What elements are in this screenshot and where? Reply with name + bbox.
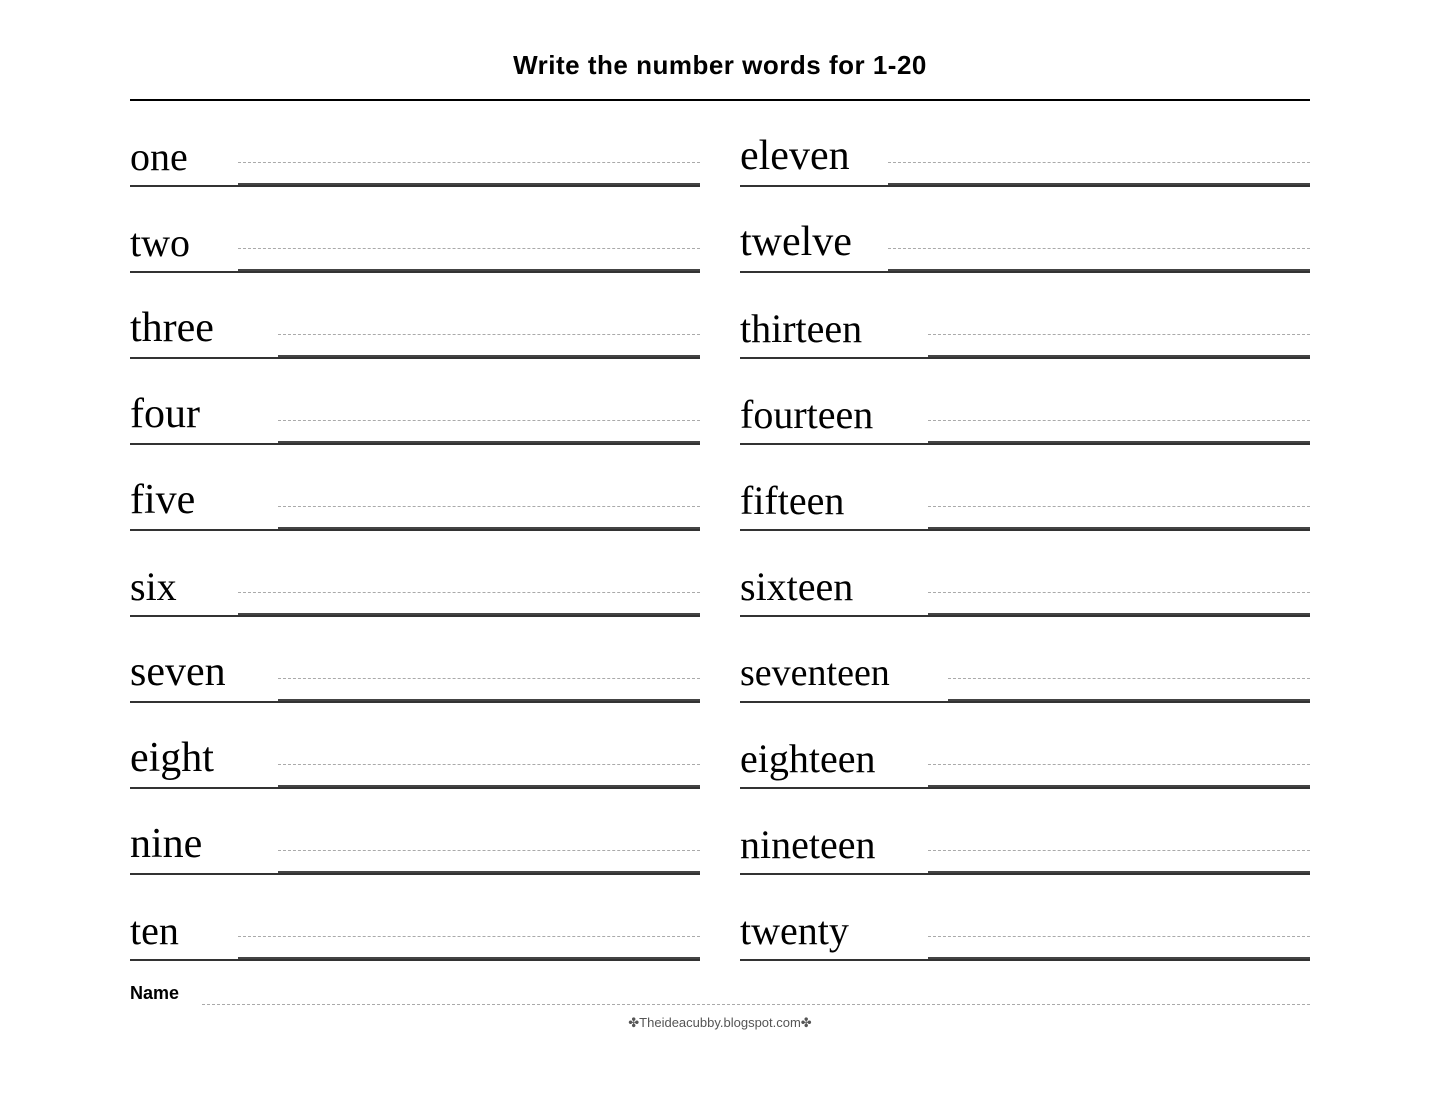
number-word-two: two — [130, 221, 230, 271]
write-area-nineteen[interactable] — [920, 829, 1310, 873]
name-write-line[interactable] — [202, 981, 1310, 1005]
number-word-twenty: twenty — [740, 909, 920, 959]
write-area-fourteen[interactable] — [920, 399, 1310, 443]
number-entry-eighteen: eighteen — [740, 703, 1310, 789]
number-entry-sixteen: sixteen — [740, 531, 1310, 617]
number-word-eleven: eleven — [740, 133, 880, 185]
right-column: eleven twelve thirteen fourteen fifteen sixte… — [740, 101, 1310, 961]
number-entry-seventeen: seventeen — [740, 617, 1310, 703]
number-entry-seven: seven — [130, 617, 700, 703]
write-area-four[interactable] — [270, 399, 700, 443]
write-area-eleven[interactable] — [880, 141, 1310, 185]
number-entry-nine: nine — [130, 789, 700, 875]
number-entry-two: two — [130, 187, 700, 273]
write-area-six[interactable] — [230, 571, 700, 615]
write-area-fifteen[interactable] — [920, 485, 1310, 529]
number-entry-nineteen: nineteen — [740, 789, 1310, 875]
write-area-seven[interactable] — [270, 657, 700, 701]
worksheet: Write the number words for 1-20 one two th… — [90, 30, 1350, 1061]
footer-text: ✤Theideacubby.blogspot.com✤ — [130, 1015, 1310, 1031]
number-entry-eleven: eleven — [740, 101, 1310, 187]
number-entry-twenty: twenty — [740, 875, 1310, 961]
number-entry-four: four — [130, 359, 700, 445]
write-area-three[interactable] — [270, 313, 700, 357]
number-word-seven: seven — [130, 649, 270, 701]
number-word-four: four — [130, 391, 270, 443]
number-entry-six: six — [130, 531, 700, 617]
number-word-nineteen: nineteen — [740, 823, 920, 873]
number-word-thirteen: thirteen — [740, 307, 920, 357]
write-area-ten[interactable] — [230, 915, 700, 959]
number-entry-one: one — [130, 101, 700, 187]
number-word-ten: ten — [130, 909, 230, 959]
number-word-seventeen: seventeen — [740, 653, 940, 701]
write-area-thirteen[interactable] — [920, 313, 1310, 357]
number-word-eighteen: eighteen — [740, 737, 920, 787]
columns-container: onetwothreefourfivesixseveneightnineten … — [130, 101, 1310, 961]
worksheet-title: Write the number words for 1-20 — [130, 50, 1310, 81]
number-word-twelve: twelve — [740, 219, 880, 271]
number-word-six: six — [130, 565, 230, 615]
number-word-sixteen: sixteen — [740, 565, 920, 615]
number-word-nine: nine — [130, 821, 270, 873]
number-word-eight: eight — [130, 735, 270, 787]
name-row: Name — [130, 977, 1310, 1005]
number-entry-thirteen: thirteen — [740, 273, 1310, 359]
write-area-seventeen[interactable] — [940, 657, 1310, 701]
number-entry-twelve: twelve — [740, 187, 1310, 273]
number-word-fourteen: fourteen — [740, 393, 920, 443]
write-area-eighteen[interactable] — [920, 743, 1310, 787]
write-area-one[interactable] — [230, 141, 700, 185]
write-area-twenty[interactable] — [920, 915, 1310, 959]
write-area-two[interactable] — [230, 227, 700, 271]
number-entry-eight: eight — [130, 703, 700, 789]
number-word-fifteen: fifteen — [740, 479, 920, 529]
write-area-nine[interactable] — [270, 829, 700, 873]
number-entry-five: five — [130, 445, 700, 531]
left-column: one two three four five six seven eight nine ten — [130, 101, 700, 961]
number-entry-fifteen: fifteen — [740, 445, 1310, 531]
write-area-twelve[interactable] — [880, 227, 1310, 271]
number-word-five: five — [130, 477, 270, 529]
name-label: Name — [130, 983, 190, 1004]
write-area-five[interactable] — [270, 485, 700, 529]
number-entry-ten: ten — [130, 875, 700, 961]
number-entry-fourteen: fourteen — [740, 359, 1310, 445]
write-area-sixteen[interactable] — [920, 571, 1310, 615]
number-word-three: three — [130, 305, 270, 357]
number-entry-three: three — [130, 273, 700, 359]
number-word-one: one — [130, 135, 230, 185]
write-area-eight[interactable] — [270, 743, 700, 787]
